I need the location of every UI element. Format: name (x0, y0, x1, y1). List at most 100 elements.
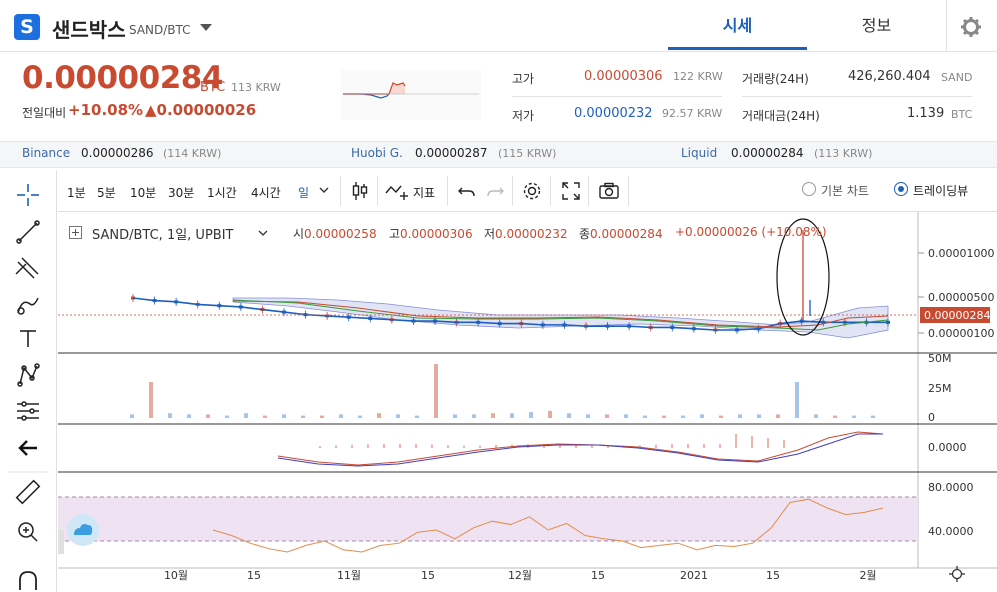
brush-icon[interactable] (17, 297, 39, 315)
undo-icon[interactable] (456, 180, 478, 202)
chart-settings-icon[interactable] (521, 180, 543, 202)
pattern-icon[interactable] (17, 363, 40, 387)
x-tick-label: 11월 (337, 569, 361, 582)
x-tick-label: 2021 (680, 569, 708, 582)
basic-chart-radio[interactable] (802, 182, 816, 196)
current-price: 0.00000284 (22, 60, 223, 96)
interval-10m[interactable]: 10분 (130, 184, 156, 201)
legend-collapse-icon[interactable] (69, 226, 82, 239)
tab-info[interactable]: 정보 (807, 0, 946, 50)
open-value: 0.00000258 (304, 227, 377, 241)
tab-quote[interactable]: 시세 (668, 0, 807, 50)
volume-bar (491, 413, 495, 418)
price-krw: 113 KRW (231, 81, 281, 94)
low-krw-value: 92.57 (662, 107, 694, 120)
interval-4h[interactable]: 4시간 (251, 184, 281, 201)
exchange-krw: (115 KRW) (498, 147, 557, 160)
indicator-label[interactable]: 지표 (413, 184, 435, 201)
x-tick-label: 2월 (859, 569, 876, 582)
high-label: 고 (389, 227, 401, 241)
volume-value: 426,260.404 (848, 69, 931, 84)
exchange-name[interactable]: Liquid (681, 146, 717, 160)
volume-bar (149, 382, 153, 418)
camera-icon[interactable] (598, 180, 620, 202)
volume-bar (206, 414, 210, 418)
interval-1h[interactable]: 1시간 (207, 184, 237, 201)
chevron-down-icon[interactable] (257, 225, 269, 239)
interval-1m[interactable]: 1분 (67, 184, 86, 201)
volume-bar (358, 415, 362, 418)
amount-unit: BTC (951, 108, 973, 121)
low-krw: 92.57 KRW (662, 107, 722, 120)
exchange-price: 0.00000284 (731, 146, 804, 160)
price-tick-label: 0.00000100 (928, 327, 994, 340)
volume-bar (700, 414, 704, 418)
volume-bar (662, 415, 666, 418)
divider (512, 176, 513, 206)
exchange-krw: (114 KRW) (163, 147, 222, 160)
change-value: ▲0.00000026 (145, 101, 257, 119)
volume-bar (130, 414, 134, 418)
volume-bar (757, 414, 761, 418)
volume-tick-label: 25M (928, 382, 952, 395)
exchange-price: 0.00000287 (415, 146, 488, 160)
redo-icon[interactable] (484, 180, 506, 202)
last-price-label: 0.00000284 (924, 309, 990, 322)
price-unit: BTC (200, 80, 226, 95)
x-tick-label: 15 (766, 569, 780, 582)
volume-bar (776, 414, 780, 418)
legend-title[interactable]: SAND/BTC, 1일, UPBIT (92, 224, 233, 243)
x-tick-label: 15 (247, 569, 261, 582)
zoom-in-icon[interactable] (18, 522, 38, 542)
volume-tick-label: 0 (928, 411, 935, 424)
ruler-icon[interactable] (15, 479, 41, 505)
volume-bar (586, 414, 590, 418)
legend-change: +0.00000026 (+10.08%) (675, 225, 827, 239)
arrow-left-icon[interactable] (18, 440, 37, 456)
volume-bar (301, 415, 305, 418)
indicator-icon[interactable] (385, 180, 411, 202)
tradingview-radio[interactable] (894, 182, 908, 196)
volume-bar (567, 413, 571, 418)
volume-bar (719, 415, 723, 418)
volume-bar (396, 414, 400, 418)
fullscreen-icon[interactable] (560, 180, 582, 202)
settings-gear-icon[interactable] (946, 0, 997, 52)
interval-1d[interactable]: 일 (298, 184, 309, 201)
exchange-price: 0.00000286 (81, 146, 154, 160)
volume-bar (472, 414, 476, 418)
interval-5m[interactable]: 5분 (97, 184, 116, 201)
volume-bar (852, 415, 856, 418)
volume-bar (738, 414, 742, 418)
x-tick-label: 10월 (164, 569, 188, 582)
interval-30m[interactable]: 30분 (168, 184, 194, 201)
x-tick-label: 12월 (508, 569, 532, 582)
low-krw-unit: KRW (697, 107, 723, 120)
crosshair-icon[interactable] (17, 184, 39, 206)
volume-bar (814, 414, 818, 418)
text-tool-icon[interactable] (20, 330, 36, 347)
volume-bar (339, 414, 343, 418)
macd-tick-label: 0.0000 (928, 441, 967, 454)
chevron-down-icon[interactable] (200, 24, 212, 31)
change-label: 전일대비 (22, 106, 67, 120)
price-krw-unit: KRW (255, 81, 281, 94)
basic-chart-label[interactable]: 기본 차트 (821, 182, 869, 199)
fib-tool-icon[interactable] (15, 257, 39, 279)
amount-value: 1.139 (907, 106, 945, 121)
volume-bar (624, 414, 628, 418)
low-label: 저가 (512, 109, 535, 123)
collapse-handle[interactable] (58, 530, 64, 554)
volume-tick-label: 50M (928, 352, 952, 365)
high-label: 고가 (512, 72, 535, 86)
chevron-down-icon[interactable] (317, 180, 331, 200)
candle-type-icon[interactable] (349, 180, 371, 202)
measure-icon[interactable] (17, 401, 39, 421)
tradingview-label[interactable]: 트레이딩뷰 (913, 182, 968, 199)
exchange-name[interactable]: Binance (22, 146, 70, 160)
trend-line-icon[interactable] (16, 220, 40, 244)
volume-bar (510, 413, 514, 418)
trading-chart[interactable]: 0.00001000 0.00000500 0.00000100 0.0000028… (58, 212, 997, 592)
magnet-icon[interactable] (19, 571, 37, 590)
exchange-name[interactable]: Huobi G. (351, 146, 403, 160)
